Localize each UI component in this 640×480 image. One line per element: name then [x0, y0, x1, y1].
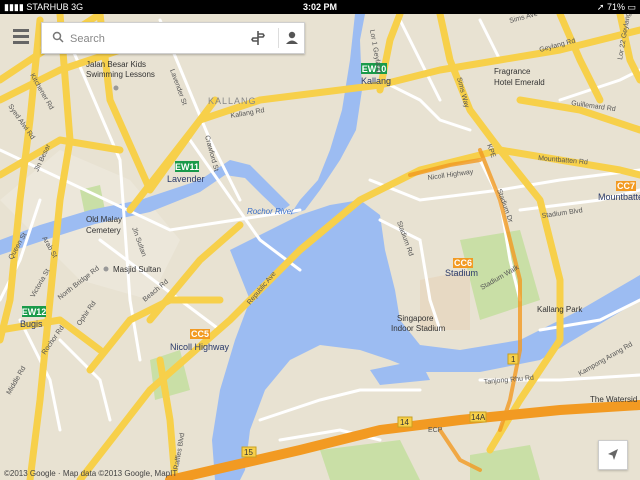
- district-kallang: KALLANG: [208, 96, 257, 106]
- status-battery: ➚ 71% ▭: [596, 2, 636, 12]
- search-box[interactable]: [41, 22, 305, 54]
- search-input[interactable]: [68, 28, 262, 50]
- place-indoor-line2: Indoor Stadium: [391, 324, 446, 333]
- route-shield-1: 1: [507, 353, 519, 365]
- station-bugis[interactable]: Bugis: [20, 319, 43, 329]
- route-shield-14a: 14A: [469, 411, 487, 423]
- place-fragrance-line1: Fragrance: [494, 67, 531, 76]
- place-jalan-besar-line2: Swimming Lessons: [86, 70, 155, 79]
- svg-text:1: 1: [511, 355, 516, 364]
- mrt-cc6-badge: CC6: [453, 258, 473, 268]
- label-rochor-river: Rochor River: [247, 207, 294, 216]
- place-indoor-line1: Singapore: [397, 314, 434, 323]
- station-lavender[interactable]: Lavender: [167, 174, 205, 184]
- location-arrow-icon: [608, 449, 618, 460]
- station-nicoll-highway[interactable]: Nicoll Highway: [170, 342, 230, 352]
- search-divider: [278, 28, 279, 48]
- svg-text:CC5: CC5: [191, 329, 209, 339]
- map-canvas[interactable]: KALLANG EW10 EW11 EW12 CC5 CC6 CC7 Kalla…: [0, 0, 640, 480]
- route-shield-15: 15: [241, 446, 257, 458]
- status-bar: ▮▮▮▮ STARHUB 3G 3:02 PM ➚ 71% ▭: [0, 0, 640, 14]
- route-shield-14: 14: [397, 416, 413, 428]
- poi-dot: [113, 85, 119, 91]
- menu-icon: [13, 29, 29, 32]
- place-watersid: The Watersid: [590, 395, 637, 404]
- svg-text:15: 15: [244, 448, 253, 457]
- svg-text:CC6: CC6: [454, 258, 472, 268]
- svg-text:14A: 14A: [471, 413, 486, 422]
- station-mountbatten[interactable]: Mountbatten: [598, 192, 640, 202]
- place-jalan-besar-line1: Jalan Besar Kids: [86, 60, 146, 69]
- poi-dot: [103, 266, 109, 272]
- svg-text:EW11: EW11: [175, 162, 199, 172]
- place-fragrance-line2: Hotel Emerald: [494, 78, 545, 87]
- directions-icon[interactable]: [248, 28, 268, 48]
- mrt-ew11-badge: EW11: [175, 161, 199, 172]
- my-location-button[interactable]: [598, 440, 628, 470]
- map-attribution: ©2013 Google · Map data ©2013 Google, Ma…: [4, 469, 178, 478]
- mrt-ew12-badge: EW12: [22, 306, 47, 317]
- search-icon: [52, 31, 64, 43]
- status-time: 3:02 PM: [302, 2, 337, 12]
- place-old-malay-line1: Old Malay: [86, 215, 122, 224]
- station-stadium[interactable]: Stadium: [445, 268, 478, 278]
- station-kallang[interactable]: Kallang: [361, 76, 391, 86]
- account-icon[interactable]: [282, 28, 302, 48]
- place-old-malay-line2: Cemetery: [86, 226, 121, 235]
- mrt-cc5-badge: CC5: [190, 329, 210, 339]
- road-ecp: ECP: [428, 427, 443, 434]
- place-kallang-park: Kallang Park: [537, 305, 583, 314]
- menu-button[interactable]: [8, 26, 34, 50]
- place-masjid-sultan: Masjid Sultan: [113, 265, 161, 274]
- svg-text:CC7: CC7: [617, 181, 635, 191]
- svg-text:EW12: EW12: [22, 307, 47, 317]
- mrt-cc7-badge: CC7: [616, 181, 636, 191]
- svg-text:14: 14: [400, 418, 409, 427]
